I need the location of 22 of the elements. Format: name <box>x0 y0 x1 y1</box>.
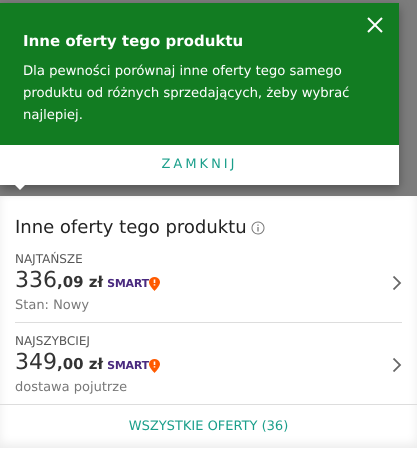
price: 336,09 zł <box>15 268 104 294</box>
smart-label: SMART <box>107 358 149 374</box>
offer-note: dostawa pojutrze <box>15 379 128 398</box>
offer-label: NAJTAŃSZE <box>15 250 84 268</box>
chevron-right-icon <box>392 356 402 373</box>
close-text-button[interactable]: ZAMKNIJ <box>0 144 399 184</box>
pin-icon <box>148 359 160 374</box>
offer-note: Stan: Nowy <box>15 297 90 316</box>
close-button[interactable] <box>365 15 385 35</box>
section-title: Inne oferty tego produktu <box>15 216 247 240</box>
offer-label: NAJSZYBCIEJ <box>15 332 91 350</box>
price: 349,00 zł <box>15 350 104 376</box>
smart-label: SMART <box>107 276 149 292</box>
chevron-button[interactable] <box>392 274 402 291</box>
close-icon <box>367 17 383 33</box>
chevron-button[interactable] <box>392 356 402 373</box>
info-icon[interactable] <box>250 220 265 234</box>
pin-icon <box>148 277 160 292</box>
tooltip-text: Dla pewności porównaj inne oferty tego samego produktu od różnych sprzedających, żeby wybrać najlepiej. <box>23 62 350 124</box>
chevron-right-icon <box>392 274 402 291</box>
all-offers-link[interactable]: WSZYSTKIE OFERTY (36) <box>0 404 417 448</box>
tooltip-title: Inne oferty tego produktu <box>23 31 244 52</box>
